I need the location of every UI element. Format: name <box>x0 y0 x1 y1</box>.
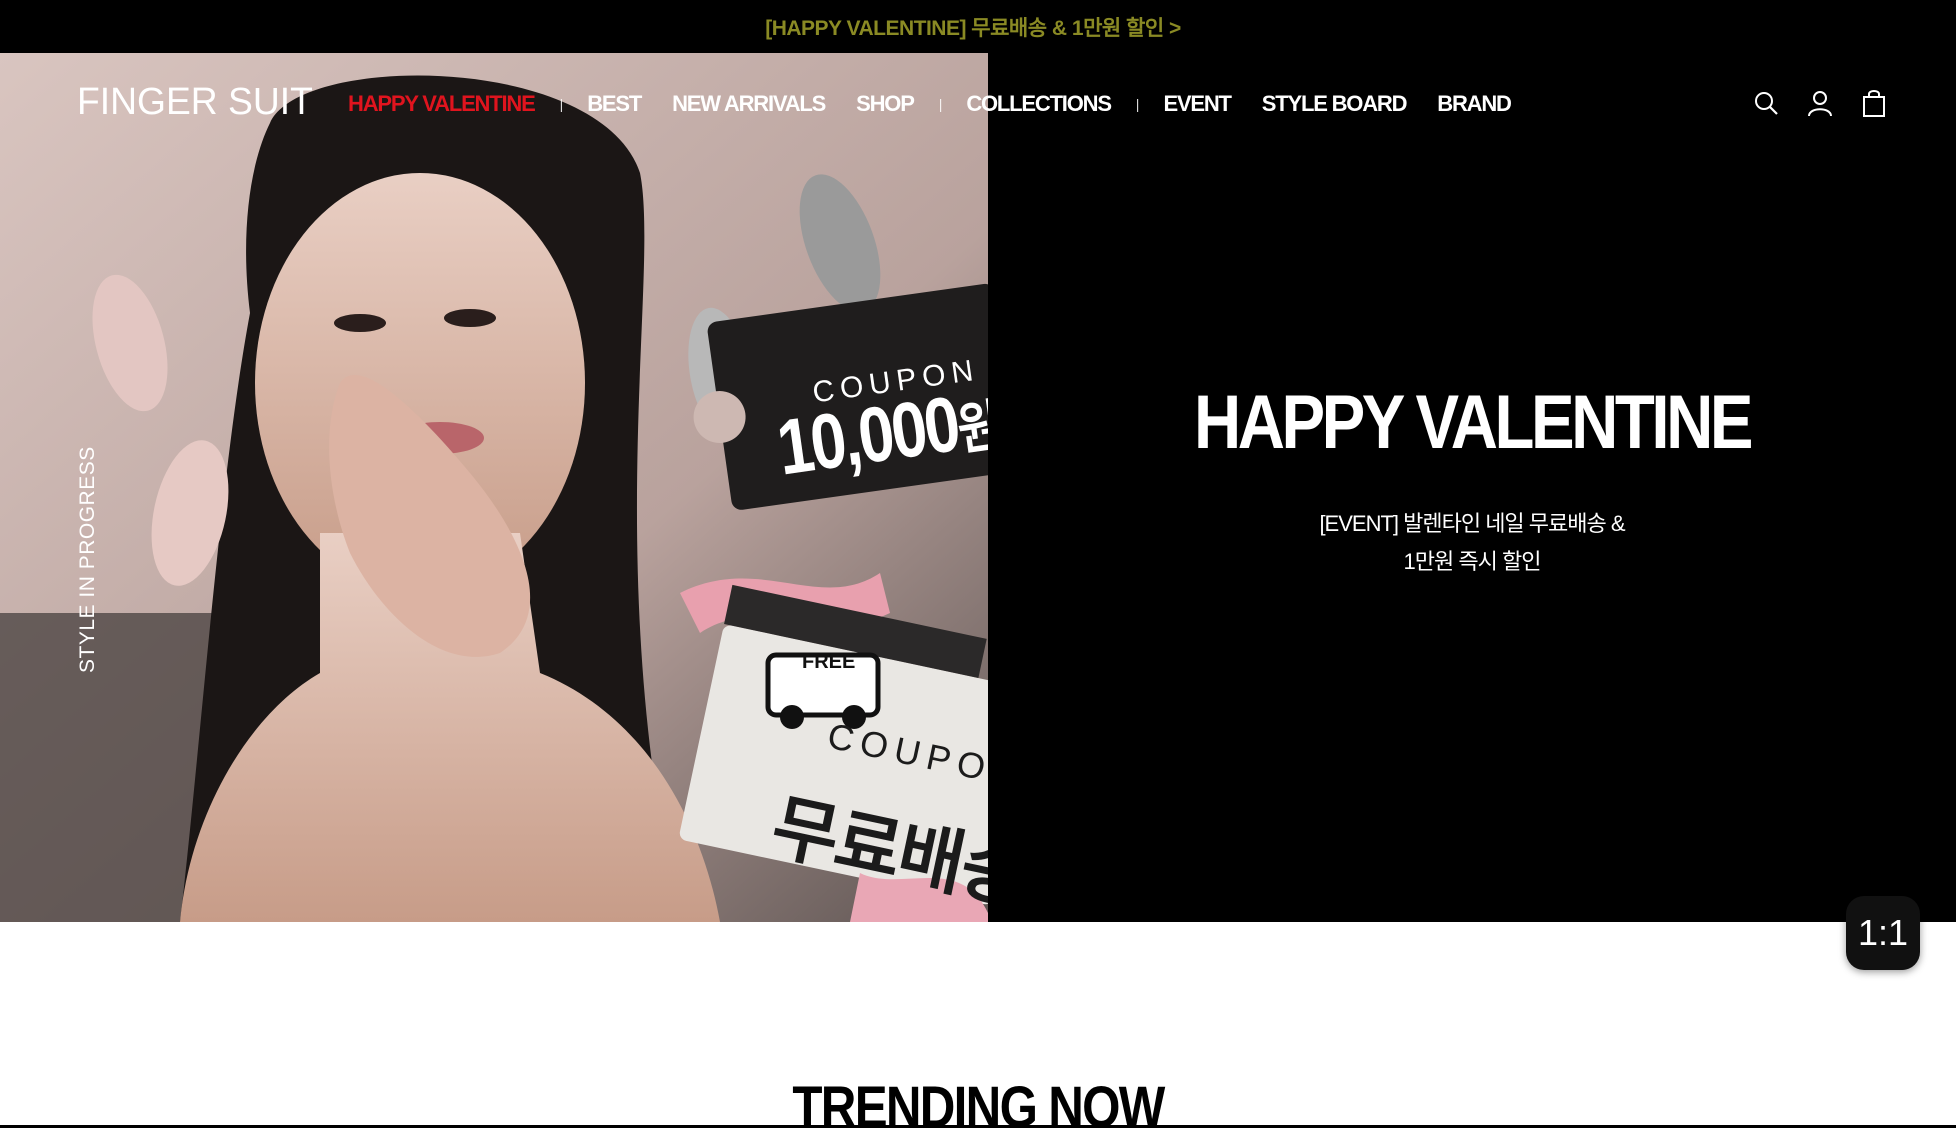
hero-title: HAPPY VALENTINE <box>1193 380 1754 465</box>
nav-separator: | <box>559 96 564 112</box>
site-header: FINGER SUIT HAPPY VALENTINE | BEST NEW A… <box>0 53 1956 157</box>
hero-subtitle-line-1: [EVENT] 발렌타인 네일 무료배송 & <box>1319 511 1625 536</box>
nav-item-collections[interactable]: COLLECTIONS <box>966 91 1112 117</box>
nav-item-happy-valentine[interactable]: HAPPY VALENTINE <box>348 91 536 117</box>
hero-subtitle: [EVENT] 발렌타인 네일 무료배송 & 1만원 즉시 할인 <box>988 505 1956 581</box>
nav-item-brand[interactable]: BRAND <box>1437 91 1512 117</box>
hero-image: COUPON 10,000원 FREE COUPON 무료배송 STYLE IN… <box>0 53 988 922</box>
nav-separator: | <box>938 96 943 112</box>
header-icons <box>1750 85 1890 121</box>
nav-item-shop[interactable]: SHOP <box>856 91 915 117</box>
announcement-link[interactable]: [HAPPY VALENTINE] 무료배송 & 1만원 할인 > <box>765 12 1181 42</box>
announcement-bar: [HAPPY VALENTINE] 무료배송 & 1만원 할인 > <box>0 0 1956 53</box>
ratio-badge-button[interactable]: 1:1 <box>1846 896 1920 970</box>
side-text: STYLE IN PROGRESS <box>76 446 99 673</box>
nav-item-style-board[interactable]: STYLE BOARD <box>1262 91 1408 117</box>
nav-item-event[interactable]: EVENT <box>1163 91 1232 117</box>
hero-text-panel: HAPPY VALENTINE [EVENT] 발렌타인 네일 무료배송 & 1… <box>988 53 1956 922</box>
search-icon[interactable] <box>1750 85 1782 121</box>
cart-icon[interactable] <box>1858 85 1890 121</box>
nav-separator: | <box>1135 96 1140 112</box>
hero-subtitle-line-2: 1만원 즉시 할인 <box>1403 549 1542 574</box>
main-nav: HAPPY VALENTINE | BEST NEW ARRIVALS SHOP… <box>348 91 1542 117</box>
section-title-trending: TRENDING NOW <box>792 1075 1165 1128</box>
nav-item-best[interactable]: BEST <box>587 91 642 117</box>
logo[interactable]: FINGER SUIT <box>77 81 313 124</box>
nav-item-new-arrivals[interactable]: NEW ARRIVALS <box>672 91 826 117</box>
free-label: FREE <box>802 651 856 673</box>
hero-banner[interactable]: COUPON 10,000원 FREE COUPON 무료배송 STYLE IN… <box>0 53 1956 922</box>
user-icon[interactable] <box>1804 85 1836 121</box>
